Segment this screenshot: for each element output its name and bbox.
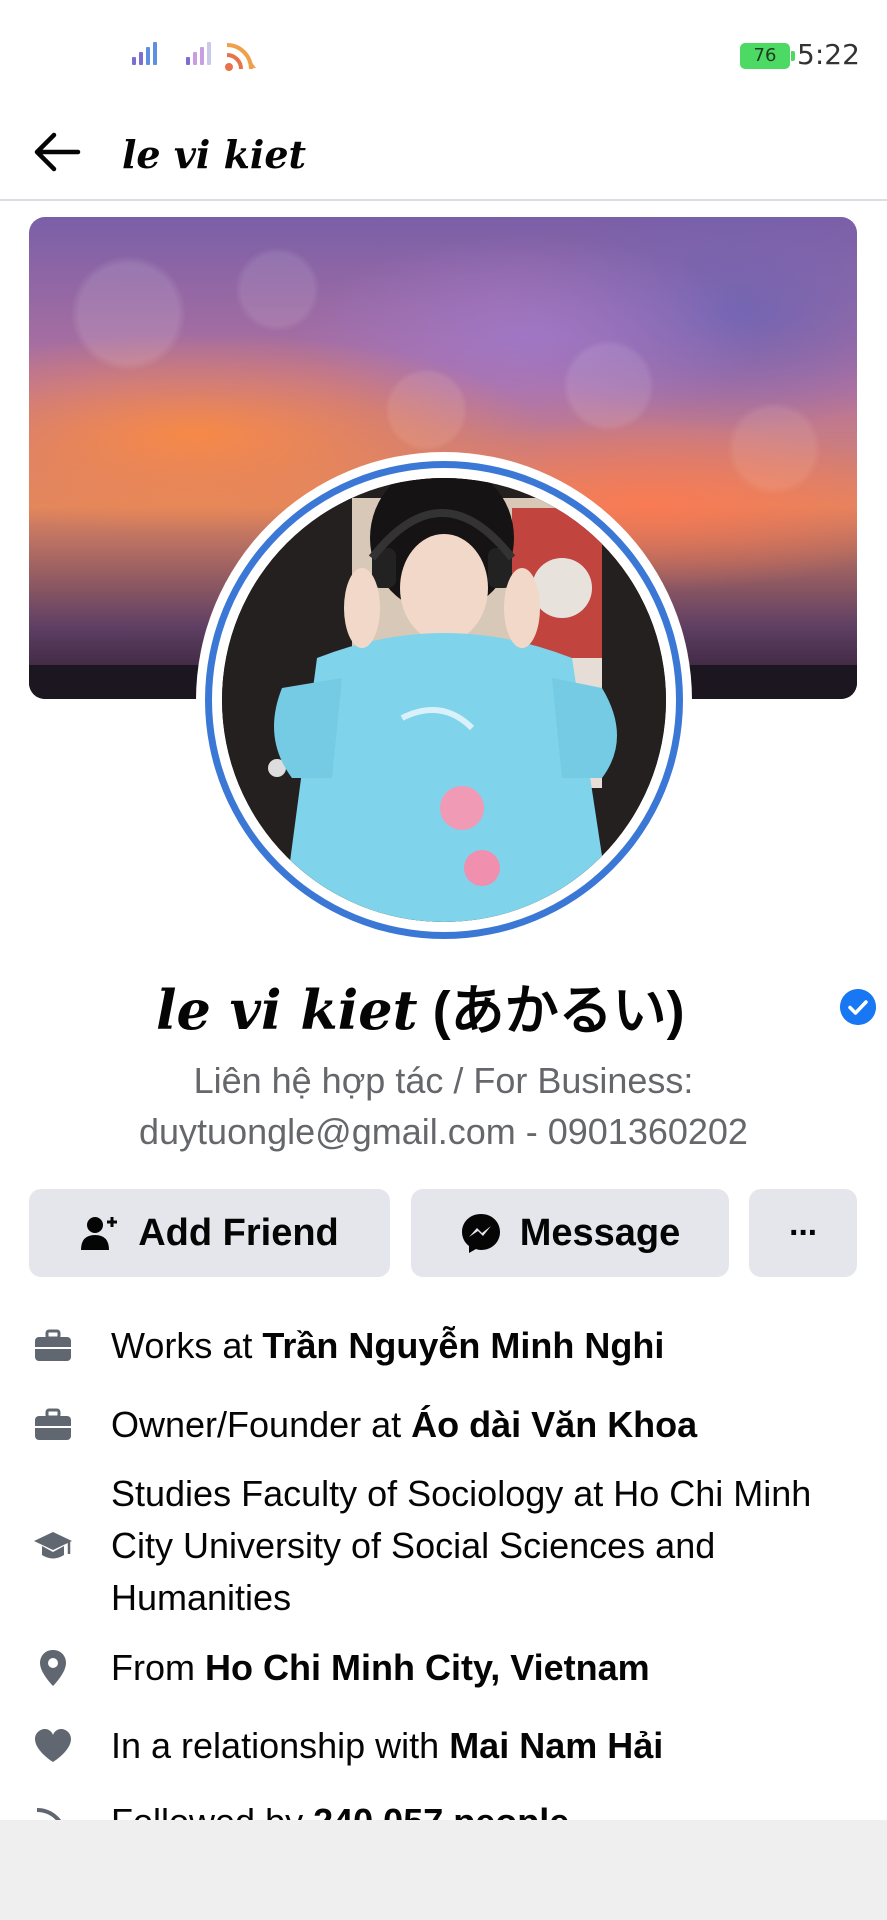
detail-prefix: Owner/Founder at	[111, 1404, 412, 1445]
profile-picture-ring	[205, 461, 683, 939]
clock: 5:22	[797, 38, 860, 71]
detail-prefix: From	[111, 1647, 205, 1688]
message-button[interactable]: Message	[411, 1189, 729, 1277]
profile-name-text: le vi kiet (あかるい)	[156, 965, 685, 1056]
status-bar: 76 5:22	[0, 0, 887, 110]
bottom-navigation-area	[0, 1820, 887, 1920]
messenger-icon	[461, 1214, 500, 1253]
bio-line: duytuongle@gmail.com - 0901360202	[139, 1111, 748, 1152]
battery-indicator: 76	[740, 43, 795, 69]
profile-name: le vi kiet (あかるい)	[0, 965, 887, 1055]
detail-text: Works at Trần Nguyễn Minh Nghi	[111, 1320, 831, 1372]
add-friend-icon	[81, 1217, 118, 1250]
graduation-cap-icon	[34, 1532, 72, 1559]
detail-relationship: In a relationship with Mai Nam Hải	[0, 1720, 887, 1772]
wifi-icon	[225, 43, 256, 71]
profile-bio: Liên hệ hợp tác / For Business: duytuong…	[0, 1055, 887, 1157]
detail-prefix: In a relationship with	[111, 1725, 450, 1766]
briefcase-icon	[35, 1408, 71, 1440]
detail-text: Owner/Founder at Áo dài Văn Khoa	[111, 1399, 831, 1451]
location-pin-icon	[40, 1650, 66, 1686]
profile-name-japanese: (あかるい)	[432, 981, 685, 1041]
profile-picture-frame	[196, 452, 692, 948]
add-friend-label: Add Friend	[138, 1211, 339, 1254]
profile-picture[interactable]	[222, 478, 666, 922]
detail-text: Studies Faculty of Sociology at Ho Chi M…	[111, 1468, 831, 1624]
back-arrow-icon[interactable]	[30, 124, 86, 180]
profile-name-latin: le vi kiet	[156, 978, 418, 1042]
page-title: le vi kiet	[122, 132, 307, 177]
detail-link[interactable]: Trần Nguyễn Minh Nghi	[262, 1325, 664, 1366]
heart-icon	[35, 1729, 71, 1762]
more-options-icon: ···	[789, 1213, 819, 1252]
signal-strength-icon	[186, 42, 211, 65]
detail-owner: Owner/Founder at Áo dài Văn Khoa	[0, 1399, 887, 1451]
detail-education: Studies Faculty of Sociology at Ho Chi M…	[0, 1468, 887, 1626]
detail-hometown: From Ho Chi Minh City, Vietnam	[0, 1642, 887, 1694]
more-options-button[interactable]: ···	[749, 1189, 857, 1277]
bio-line: Liên hệ hợp tác / For Business:	[193, 1060, 694, 1101]
signal-strength-icon	[132, 42, 157, 65]
verified-badge-icon	[840, 989, 876, 1025]
detail-link[interactable]: Mai Nam Hải	[449, 1725, 663, 1766]
detail-link[interactable]: Áo dài Văn Khoa	[411, 1404, 697, 1445]
detail-prefix: Studies Faculty of Sociology at Ho Chi M…	[111, 1473, 812, 1618]
add-friend-button[interactable]: Add Friend	[29, 1189, 390, 1277]
message-label: Message	[519, 1211, 681, 1254]
detail-prefix: Works at	[111, 1325, 263, 1366]
briefcase-icon	[35, 1329, 71, 1361]
profile-picture-art	[222, 478, 666, 922]
detail-work: Works at Trần Nguyễn Minh Nghi	[0, 1320, 887, 1372]
detail-text: From Ho Chi Minh City, Vietnam	[111, 1642, 831, 1694]
top-navigation-bar: le vi kiet	[0, 110, 887, 201]
detail-link[interactable]: Ho Chi Minh City, Vietnam	[205, 1647, 650, 1688]
profile-picture-border	[212, 468, 676, 932]
detail-text: In a relationship with Mai Nam Hải	[111, 1720, 831, 1772]
